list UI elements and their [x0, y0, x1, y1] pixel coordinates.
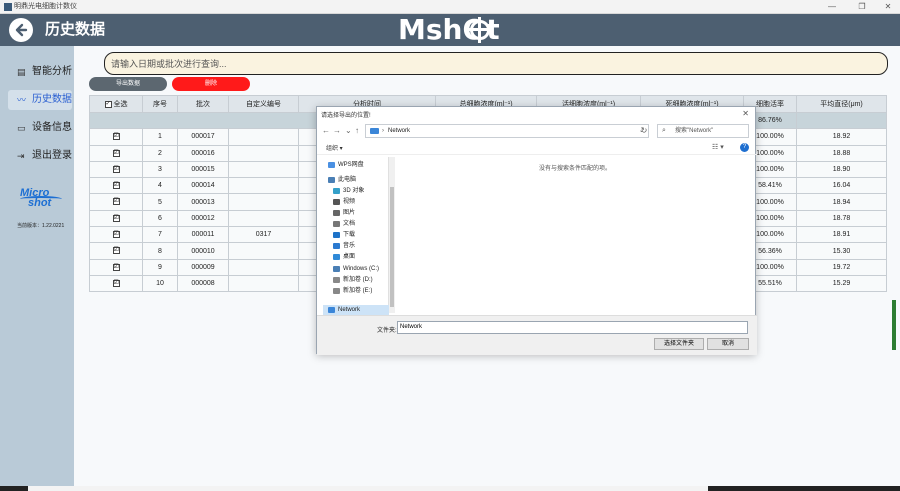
column-header[interactable]: 序号	[142, 95, 178, 113]
row-checkbox[interactable]: ☑	[112, 149, 120, 157]
row-checkbox[interactable]: ☑	[112, 133, 120, 141]
maximize-button[interactable]: ❐	[850, 1, 874, 13]
sidebar-item-label: 智能分析	[32, 66, 72, 77]
dialog-search-field[interactable]: ⌕ 搜索"Network"	[657, 124, 749, 138]
up-arrow-icon[interactable]: ↑	[355, 125, 359, 137]
drive-icon	[333, 266, 340, 272]
microshot-logo: Micro shot	[20, 188, 62, 210]
drive-icon	[333, 277, 340, 283]
sidebar: ▤ 智能分析 〰 历史数据 ▭ 设备信息 ⇥ 退出登录 Micro shot 当…	[0, 46, 74, 491]
back-arrow-icon	[15, 23, 28, 37]
video-icon	[333, 199, 340, 205]
folder-picker-dialog: 请选择导出的位置! ✕ ← → ⌄ ↑ › Network ⌄ ↻ ⌕ 搜索"N…	[316, 106, 757, 355]
select-all-header[interactable]: ✓ 全选	[89, 95, 143, 113]
help-icon[interactable]: ?	[740, 143, 749, 152]
back-button[interactable]	[9, 18, 33, 42]
search-icon: ⌕	[662, 127, 666, 134]
window-scroll-indicator[interactable]	[892, 300, 896, 350]
logout-icon: ⇥	[17, 151, 25, 161]
cloud-icon	[328, 162, 335, 168]
tree-scrollbar[interactable]	[389, 157, 395, 313]
export-button[interactable]: 导出数据	[89, 77, 167, 91]
row-checkbox[interactable]: ☑	[112, 263, 120, 271]
dialog-toolbar: 组织 ▾ ☷ ▾ ?	[317, 141, 757, 155]
empty-message: 没有与搜索条件匹配的项。	[539, 166, 612, 172]
dialog-footer: 文件夹: Network 选择文件夹 取消	[317, 315, 757, 355]
version-text: 当前版本：1.22.0221	[17, 223, 65, 229]
logo-crosshair-icon	[467, 17, 493, 43]
row-checkbox[interactable]: ☑	[112, 182, 120, 190]
navigation-tree: WPS网盘 此电脑 3D 对象 视频 图片 文档 下载 音乐 桌面 Window…	[323, 157, 395, 316]
search-box	[104, 52, 888, 75]
dialog-search-placeholder: 搜索"Network"	[675, 128, 714, 134]
search-input[interactable]	[111, 56, 871, 72]
dialog-nav-bar: ← → ⌄ ↑ › Network ⌄ ↻ ⌕ 搜索"Network"	[317, 123, 757, 139]
device-icon: ▭	[17, 123, 26, 133]
sidebar-item-label: 设备信息	[32, 122, 72, 133]
dialog-title: 请选择导出的位置!	[321, 113, 371, 119]
select-folder-button[interactable]: 选择文件夹	[654, 338, 704, 350]
row-checkbox[interactable]: ☑	[112, 279, 120, 287]
folder-input[interactable]: Network	[397, 321, 748, 334]
row-checkbox[interactable]: ☑	[112, 214, 120, 222]
network-icon	[328, 307, 335, 313]
column-header[interactable]: 平均直径(μm)	[796, 95, 887, 113]
row-checkbox[interactable]: ☑	[112, 165, 120, 173]
history-dropdown-icon[interactable]: ⌄	[345, 125, 352, 137]
row-checkbox[interactable]: ☑	[112, 231, 120, 239]
chart-line-icon: 〰	[17, 95, 27, 105]
app-icon	[4, 3, 12, 11]
sidebar-item-analysis[interactable]: ▤ 智能分析	[8, 62, 72, 82]
cube-icon	[333, 188, 340, 194]
delete-button[interactable]: 删除	[172, 77, 250, 91]
music-icon	[333, 243, 340, 249]
organize-menu[interactable]: 组织 ▾	[326, 143, 343, 152]
refresh-icon[interactable]: ↻	[637, 125, 651, 137]
column-header[interactable]: 自定义编号	[228, 95, 299, 113]
minimize-button[interactable]: —	[820, 1, 844, 13]
window-titlebar: 明鼎光电细胞计数仪 — ❐ ✕	[0, 0, 900, 14]
back-arrow-icon[interactable]: ←	[322, 125, 330, 137]
analysis-icon: ▤	[17, 67, 26, 77]
sidebar-item-device-info[interactable]: ▭ 设备信息	[8, 118, 72, 138]
close-window-button[interactable]: ✕	[876, 1, 900, 13]
cancel-button[interactable]: 取消	[707, 338, 749, 350]
picture-icon	[333, 210, 340, 216]
address-text: Network	[388, 128, 411, 134]
sidebar-item-logout[interactable]: ⇥ 退出登录	[8, 146, 72, 166]
sidebar-item-history[interactable]: 〰 历史数据	[8, 90, 72, 110]
address-bar[interactable]: › Network ⌄	[365, 124, 649, 138]
document-icon	[333, 221, 340, 227]
dialog-close-button[interactable]: ✕	[742, 109, 749, 118]
view-options-icon[interactable]: ☷ ▾	[712, 143, 724, 151]
sidebar-item-label: 退出登录	[32, 150, 72, 161]
forward-arrow-icon[interactable]: →	[333, 125, 341, 137]
taskbar-strip	[0, 486, 900, 491]
window-title: 明鼎光电细胞计数仪	[14, 3, 77, 10]
breadcrumb-separator-icon: ›	[382, 128, 384, 134]
drive-icon	[333, 288, 340, 294]
folder-label: 文件夹:	[377, 328, 397, 334]
select-all-checkbox[interactable]: ✓	[104, 100, 112, 108]
network-icon	[370, 128, 379, 134]
row-checkbox[interactable]: ☑	[112, 198, 120, 206]
column-header[interactable]: 批次	[177, 95, 229, 113]
computer-icon	[328, 177, 335, 183]
app-header: 历史数据 MshOt	[0, 14, 900, 46]
page-title: 历史数据	[45, 21, 106, 38]
download-icon	[333, 232, 340, 238]
scrollbar-thumb[interactable]	[390, 187, 394, 307]
sidebar-item-label: 历史数据	[32, 94, 72, 105]
row-checkbox[interactable]: ☑	[112, 247, 120, 255]
desktop-icon	[333, 254, 340, 260]
